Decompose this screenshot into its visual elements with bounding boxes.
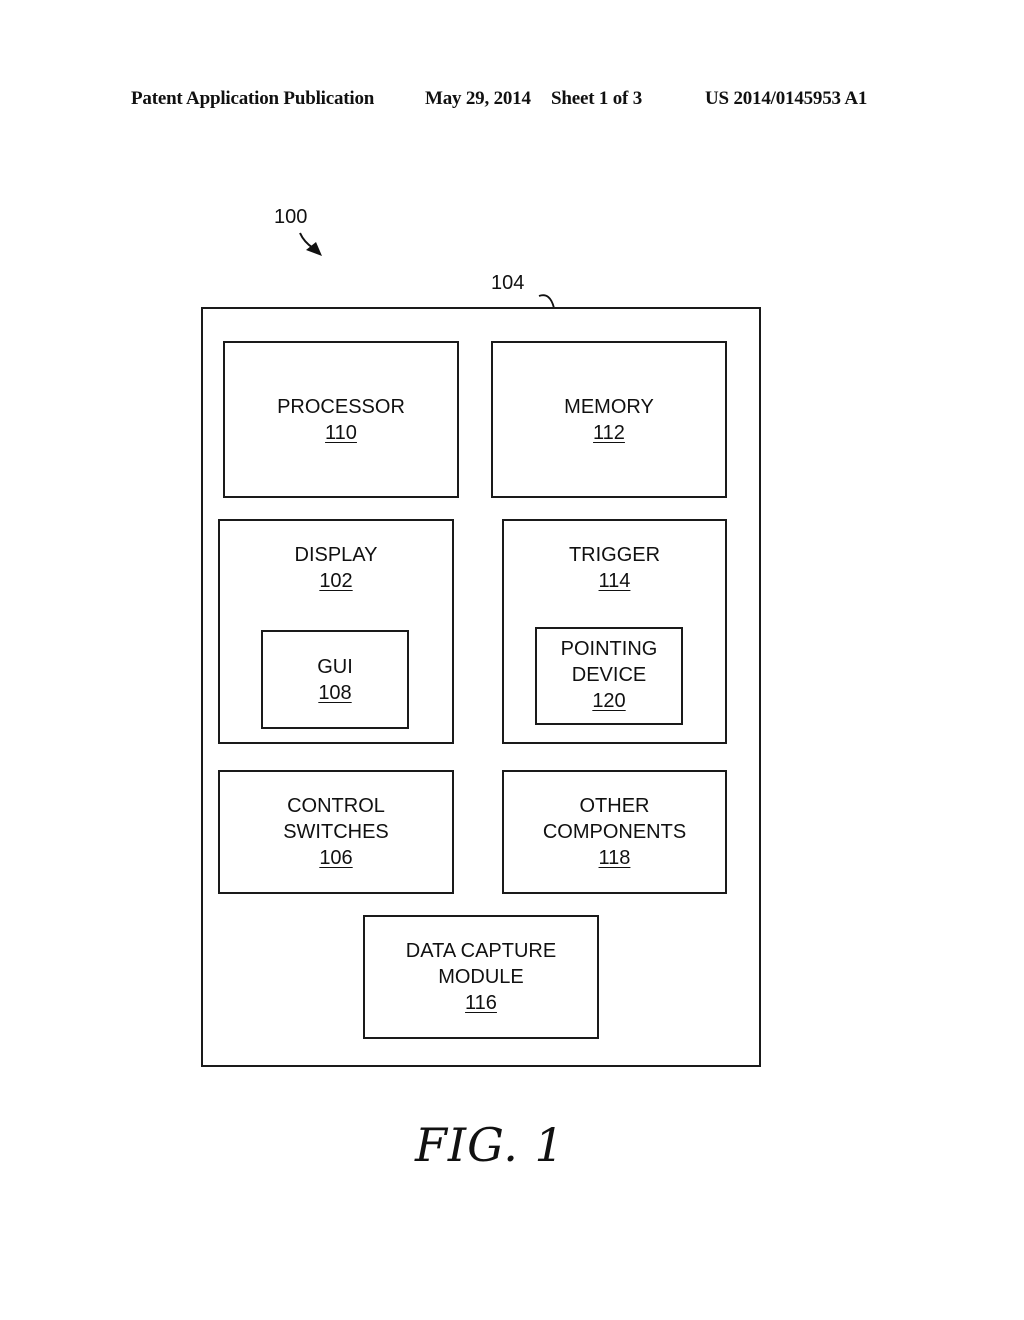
- pointing-device-label-line2: DEVICE: [571, 664, 647, 686]
- gui-label: GUI: [317, 656, 353, 678]
- data-capture-module-block: DATA CAPTURE MODULE 116: [363, 915, 599, 1039]
- data-capture-module-label-line1: DATA CAPTURE: [405, 940, 557, 962]
- pointing-device-label-line1: POINTING: [560, 638, 658, 660]
- processor-block: PROCESSOR 110: [223, 341, 459, 498]
- display-label: DISPLAY: [294, 544, 378, 566]
- processor-label: PROCESSOR: [277, 396, 405, 418]
- other-components-ref: 118: [598, 847, 631, 869]
- control-switches-label-line2: SWITCHES: [283, 821, 389, 843]
- pointing-device-block: POINTING DEVICE 120: [535, 627, 683, 725]
- pointing-device-ref: 120: [592, 690, 626, 712]
- data-capture-module-ref: 116: [465, 992, 497, 1014]
- memory-block: MEMORY 112: [491, 341, 727, 498]
- other-components-label-line2: COMPONENTS: [542, 821, 687, 843]
- control-switches-label-line1: CONTROL: [287, 795, 385, 817]
- other-components-block: OTHER COMPONENTS 118: [502, 770, 727, 894]
- processor-ref: 110: [325, 422, 357, 444]
- other-components-label-line1: OTHER: [579, 795, 650, 817]
- gui-ref: 108: [318, 682, 352, 704]
- gui-block: GUI 108: [261, 630, 409, 729]
- control-switches-block: CONTROL SWITCHES 106: [218, 770, 454, 894]
- memory-ref: 112: [593, 422, 625, 444]
- trigger-label: TRIGGER: [568, 544, 661, 566]
- memory-label: MEMORY: [564, 396, 654, 418]
- trigger-ref: 114: [598, 570, 631, 592]
- data-capture-module-label-line2: MODULE: [438, 966, 524, 988]
- control-switches-ref: 106: [319, 847, 353, 869]
- arrow-icon: [299, 232, 322, 256]
- figure-label: FIG. 1: [415, 1118, 565, 1172]
- display-ref: 102: [319, 570, 353, 592]
